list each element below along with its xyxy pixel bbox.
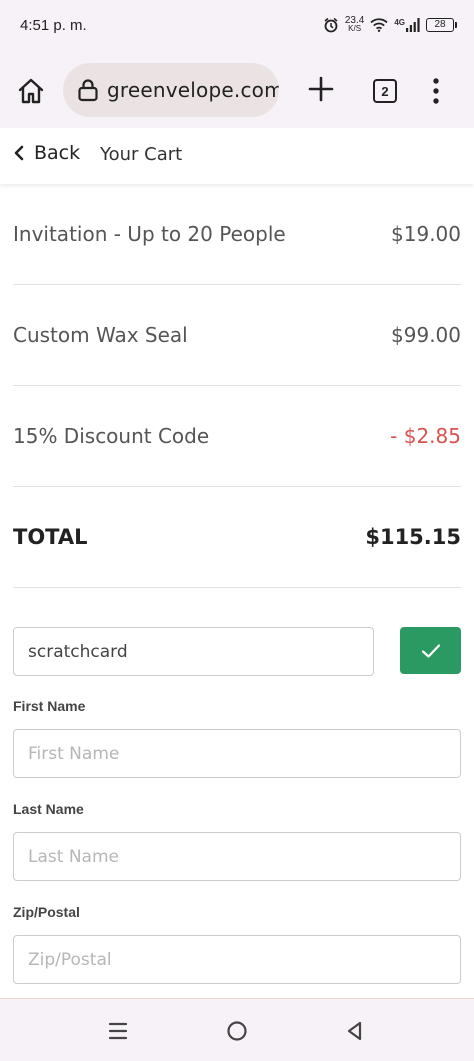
- system-nav-bar: [0, 998, 474, 1061]
- discount-name: 15% Discount Code: [13, 424, 210, 448]
- status-bar: 4:51 p. m. 23.4 K/S 4G 28: [0, 0, 474, 50]
- check-icon: [421, 643, 440, 658]
- plus-icon[interactable]: [306, 74, 336, 104]
- home-circle-icon[interactable]: [225, 1019, 249, 1043]
- back-triangle-icon[interactable]: [343, 1019, 367, 1043]
- total-value: $115.15: [365, 525, 461, 549]
- cart-item-row: Invitation - Up to 20 People $19.00: [13, 184, 461, 285]
- net-speed: 23.4 K/S: [344, 15, 365, 33]
- address-bar[interactable]: greenvelope.com: [63, 63, 279, 117]
- discount-amount: - $2.85: [390, 424, 461, 448]
- first-name-field[interactable]: [13, 729, 461, 778]
- recents-icon[interactable]: [106, 1019, 130, 1043]
- page-title: Your Cart: [100, 144, 183, 165]
- cart-item-row: Custom Wax Seal $99.00: [13, 285, 461, 386]
- back-button[interactable]: Back: [12, 142, 80, 164]
- item-name: Invitation - Up to 20 People: [13, 222, 286, 246]
- item-price: $99.00: [391, 323, 461, 347]
- zip-label: Zip/Postal: [13, 904, 80, 920]
- status-icons: 23.4 K/S 4G 28: [323, 14, 457, 36]
- promo-code-input[interactable]: [13, 627, 374, 676]
- item-price: $19.00: [391, 222, 461, 246]
- discount-row: 15% Discount Code - $2.85: [13, 386, 461, 487]
- last-name-field[interactable]: [13, 832, 461, 881]
- apply-promo-button[interactable]: [400, 627, 461, 674]
- battery-indicator: 28: [426, 18, 457, 32]
- wifi-icon: [370, 18, 388, 32]
- zip-field[interactable]: [13, 935, 461, 984]
- page-header: Back Your Cart: [0, 128, 474, 184]
- item-name: Custom Wax Seal: [13, 323, 188, 347]
- url-text: greenvelope.com: [107, 78, 279, 102]
- more-vert-icon[interactable]: [426, 76, 446, 106]
- total-label: TOTAL: [13, 525, 88, 549]
- chevron-left-icon: [14, 145, 24, 161]
- back-label: Back: [34, 142, 81, 164]
- lock-icon: [78, 79, 98, 102]
- browser-home-button[interactable]: [14, 74, 48, 108]
- status-time: 4:51 p. m.: [20, 17, 87, 34]
- total-row: TOTAL $115.15: [13, 487, 461, 588]
- home-icon: [18, 78, 44, 104]
- tab-switcher-button[interactable]: 2: [373, 79, 397, 103]
- last-name-label: Last Name: [13, 801, 84, 817]
- signal-icon: 4G: [394, 18, 420, 32]
- alarm-icon: [324, 17, 338, 33]
- browser-toolbar: greenvelope.com 2: [0, 50, 474, 128]
- first-name-label: First Name: [13, 698, 86, 714]
